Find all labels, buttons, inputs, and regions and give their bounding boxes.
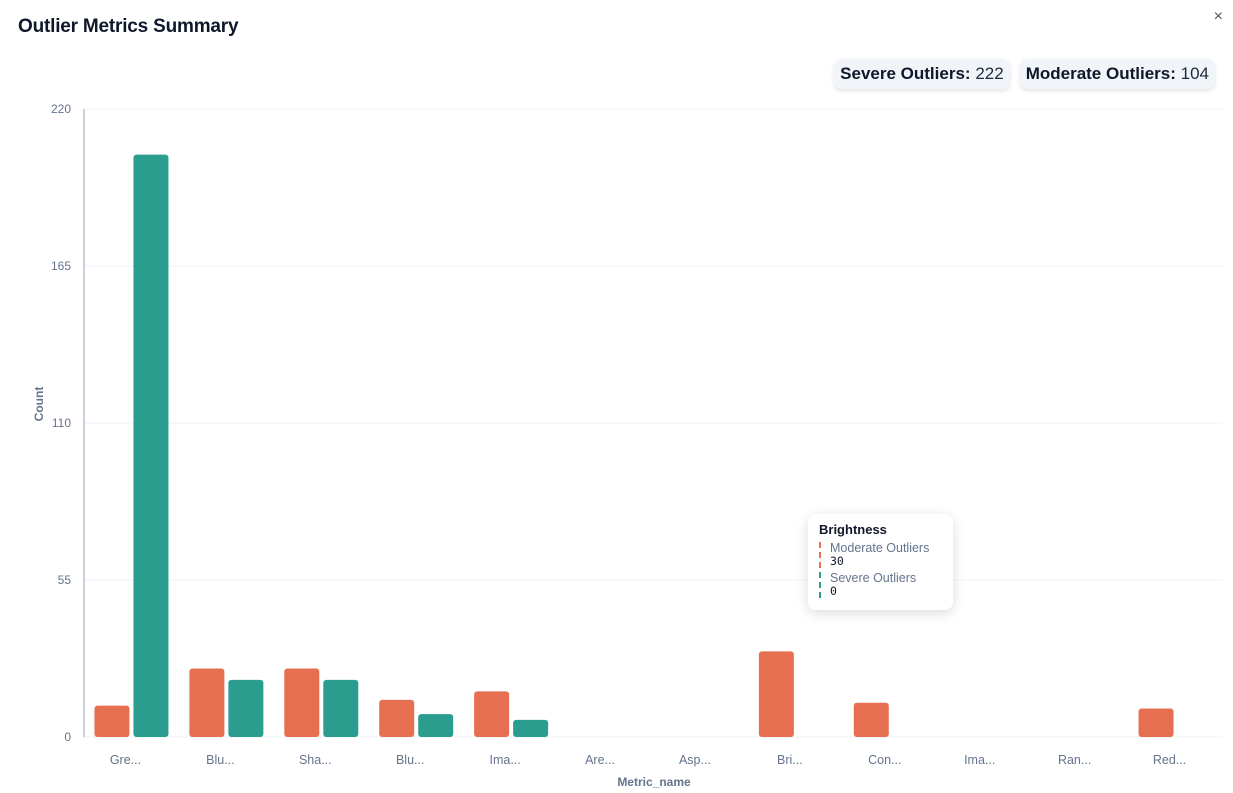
x-tick-label: Asp... bbox=[679, 753, 711, 767]
bar bbox=[228, 679, 264, 737]
x-tick-label: Ima... bbox=[964, 753, 995, 767]
bar bbox=[758, 651, 794, 737]
tooltip-moderate-name: Moderate Outliers bbox=[830, 541, 930, 555]
tooltip-moderate-value: 30 bbox=[830, 554, 844, 568]
tooltip-moderate-item: Moderate Outliers 30 bbox=[819, 542, 942, 568]
bar bbox=[1138, 708, 1174, 737]
bar bbox=[853, 702, 889, 737]
y-tick-label: 0 bbox=[64, 730, 71, 744]
y-tick-label: 165 bbox=[51, 259, 71, 273]
bar bbox=[418, 714, 454, 737]
bar bbox=[133, 154, 169, 737]
tooltip-severe-item: Severe Outliers 0 bbox=[819, 572, 942, 598]
x-tick-label: Ran... bbox=[1058, 753, 1091, 767]
x-tick-label: Sha... bbox=[299, 753, 332, 767]
bar bbox=[474, 691, 510, 737]
y-tick-label: 220 bbox=[51, 102, 71, 116]
bar bbox=[323, 679, 359, 737]
x-axis-title: Metric_name bbox=[617, 775, 691, 789]
bar bbox=[513, 719, 549, 737]
x-tick-label: Bri... bbox=[777, 753, 803, 767]
y-tick-label: 55 bbox=[58, 573, 72, 587]
x-tick-label: Con... bbox=[868, 753, 901, 767]
bar-chart: 0 55 110 165 220 Gre... Blu... Sha... Blu... Ima.… bbox=[32, 102, 1223, 789]
x-tick-label: Gre... bbox=[110, 753, 141, 767]
x-tick-label: Are... bbox=[585, 753, 615, 767]
bar bbox=[379, 699, 415, 737]
x-tick-label: Ima... bbox=[489, 753, 520, 767]
y-tick-label: 110 bbox=[52, 416, 71, 430]
chart-tooltip: Brightness Moderate Outliers 30 Severe O… bbox=[808, 514, 953, 610]
bar bbox=[94, 705, 130, 737]
bar bbox=[284, 668, 320, 737]
tooltip-severe-value: 0 bbox=[830, 584, 837, 598]
tooltip-title: Brightness bbox=[819, 522, 887, 537]
y-axis-title: Count bbox=[32, 387, 46, 422]
bar bbox=[189, 668, 225, 737]
x-tick-label: Red... bbox=[1153, 753, 1186, 767]
x-tick-label: Blu... bbox=[206, 753, 235, 767]
tooltip-severe-name: Severe Outliers bbox=[830, 571, 917, 585]
x-tick-label: Blu... bbox=[396, 753, 425, 767]
